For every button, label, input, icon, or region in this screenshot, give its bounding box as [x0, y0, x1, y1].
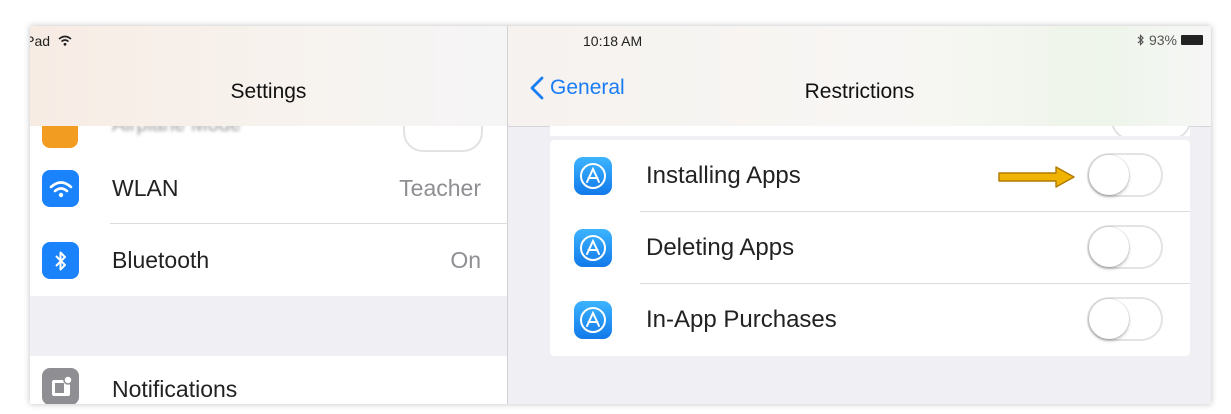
app-store-icon [574, 301, 612, 339]
sidebar-item-value: Teacher [399, 175, 481, 201]
sidebar-item-label: Bluetooth [112, 247, 210, 273]
settings-title: Settings [230, 80, 307, 103]
sidebar-item-label: Airplane Mode [112, 126, 241, 137]
status-time: 10:18 AM [583, 33, 643, 49]
app-store-icon [574, 229, 612, 267]
previous-row-peek [550, 126, 1190, 136]
restriction-row-installing-apps: Installing Apps [550, 140, 1190, 212]
sidebar-item-value: On [450, 247, 481, 273]
back-button-label: General [550, 76, 625, 99]
back-button[interactable]: General [530, 76, 625, 100]
notifications-icon [42, 368, 79, 404]
bluetooth-icon [42, 242, 79, 279]
deleting-apps-toggle[interactable] [1087, 225, 1163, 269]
toggle-knob [1089, 299, 1129, 339]
battery-icon [1181, 35, 1203, 45]
sidebar-item-notifications[interactable]: Notifications [30, 356, 507, 404]
restriction-label: Installing Apps [646, 162, 801, 189]
sidebar-item-label: WLAN [112, 175, 179, 201]
sidebar-item-wlan[interactable]: WLAN Teacher [30, 152, 507, 224]
app-store-icon [574, 157, 612, 195]
restriction-row-deleting-apps: Deleting Apps [550, 212, 1190, 284]
arrow-right-icon [998, 166, 1075, 188]
wifi-status-icon [58, 35, 72, 46]
airplane-mode-toggle[interactable] [403, 126, 483, 152]
status-battery: 93% [1137, 32, 1203, 48]
toggle-knob [1089, 227, 1129, 267]
restrictions-list: Installing Apps Deleting Apps In-App Pur… [550, 140, 1190, 356]
battery-percent: 93% [1148, 32, 1177, 48]
restriction-label: Deleting Apps [646, 234, 795, 261]
toggle-knob [1089, 155, 1129, 195]
settings-sidebar: Settings Airplane Mode WLAN Teacher Blue… [30, 26, 508, 404]
restrictions-panel: General Restrictions Installing Apps Del… [508, 26, 1211, 404]
wifi-icon [42, 170, 79, 207]
ipad-screen: iPad 10:18 AM 93% Settings Airplane Mode… [30, 26, 1211, 404]
airplane-icon [42, 126, 78, 148]
in-app-purchases-toggle[interactable] [1087, 297, 1163, 341]
sidebar-item-bluetooth[interactable]: Bluetooth On [30, 224, 507, 296]
status-bar: iPad 10:18 AM 93% [30, 26, 1211, 54]
installing-apps-toggle[interactable] [1087, 153, 1163, 197]
sidebar-item-label: Notifications [112, 376, 238, 402]
bluetooth-status-icon [1137, 34, 1144, 46]
status-device: iPad [30, 33, 72, 49]
previous-toggle[interactable] [1111, 126, 1190, 136]
restriction-label: In-App Purchases [646, 306, 837, 333]
chevron-left-icon [530, 76, 544, 100]
restriction-row-in-app-purchases: In-App Purchases [550, 284, 1190, 356]
